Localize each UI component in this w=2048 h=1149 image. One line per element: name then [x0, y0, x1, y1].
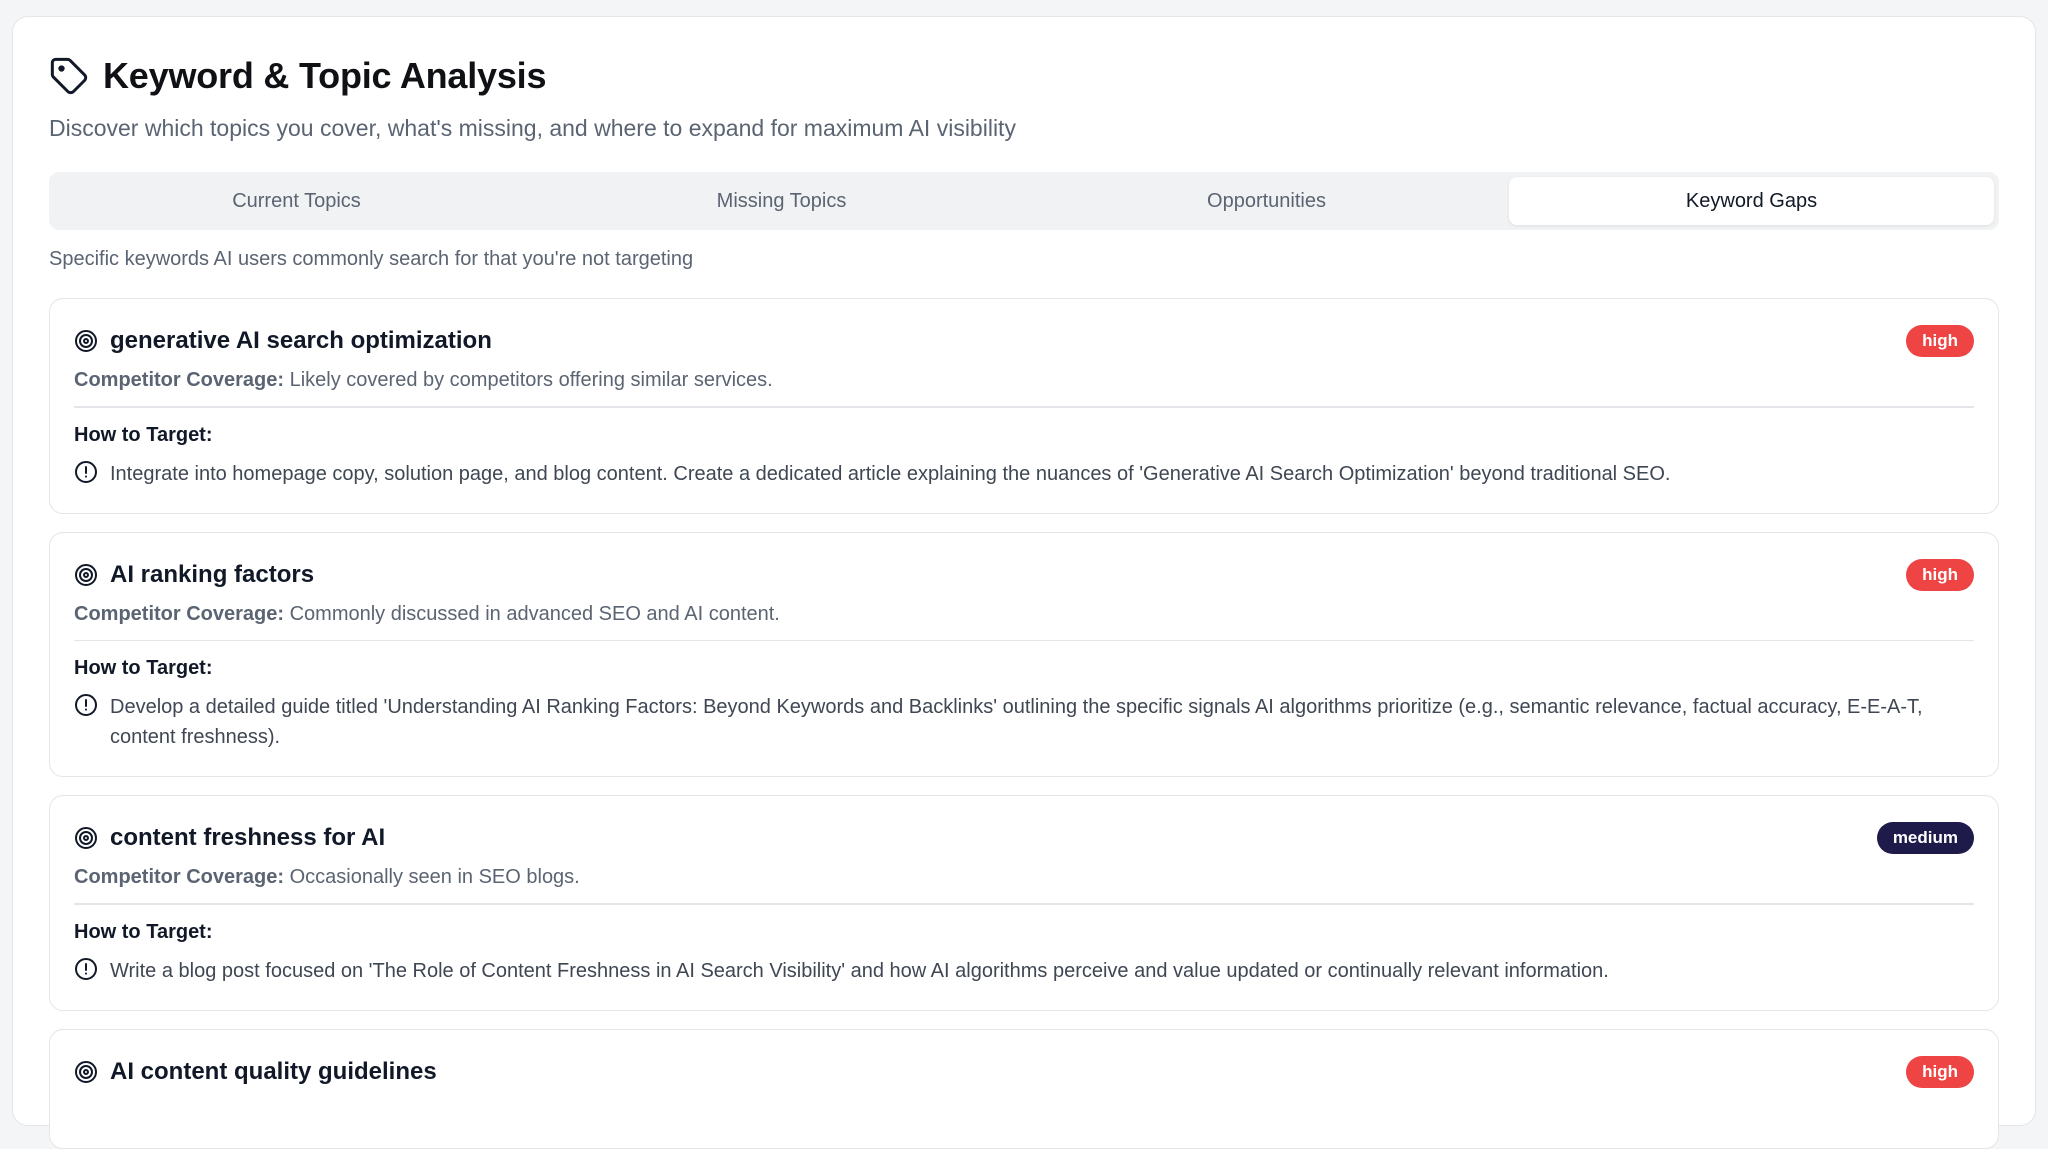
keyword-title: content freshness for AI [110, 824, 386, 851]
target-icon [75, 563, 97, 586]
keyword-title: generative AI search optimization [110, 327, 492, 354]
target-icon [75, 827, 97, 849]
target-icon [75, 330, 97, 352]
tab-keyword-gaps[interactable]: Keyword Gaps [1509, 177, 1994, 225]
keyword-card: content freshness for AI medium Competit… [49, 795, 1999, 1011]
priority-badge: high [1906, 325, 1974, 357]
keyword-card: generative AI search optimization high C… [49, 298, 1999, 514]
coverage-label: Competitor Coverage: [74, 369, 285, 391]
page-subtitle: Discover which topics you cover, what's … [49, 115, 1016, 141]
alert-circle-icon [75, 694, 97, 716]
how-to-target-label: How to Target: [74, 423, 213, 446]
how-to-target-text: Integrate into homepage copy, solution p… [110, 462, 1671, 485]
keyword-card: AI content quality guidelines high [49, 1028, 1999, 1149]
keyword-gap-list: generative AI search optimization high C… [49, 298, 1999, 1149]
how-to-target-text: Develop a detailed guide titled 'Underst… [110, 696, 1923, 748]
alert-circle-icon [75, 957, 97, 980]
keyword-card: AI ranking factors high Competitor Cover… [49, 531, 1999, 777]
tab-current-topics[interactable]: Current Topics [54, 177, 539, 225]
keyword-title: AI ranking factors [110, 560, 315, 588]
tab-description: Specific keywords AI users commonly sear… [49, 248, 694, 270]
tab-missing-topics[interactable]: Missing Topics [539, 177, 1024, 225]
priority-badge: medium [1876, 822, 1974, 854]
priority-badge: high [1906, 558, 1974, 591]
tab-opportunities[interactable]: Opportunities [1024, 177, 1509, 225]
coverage-text: Commonly discussed in advanced SEO and A… [289, 602, 780, 625]
page-header: Keyword & Topic Analysis [49, 55, 1999, 97]
keyword-analysis-panel: Keyword & Topic Analysis Discover which … [12, 16, 2036, 1149]
coverage-text: Occasionally seen in SEO blogs. [289, 866, 580, 888]
coverage-label: Competitor Coverage: [74, 602, 285, 625]
how-to-target-label: How to Target: [74, 657, 213, 679]
priority-badge: high [1906, 1055, 1974, 1088]
competitor-coverage: Competitor Coverage: Commonly discussed … [74, 603, 1974, 626]
tab-bar: Current Topics Missing Topics Opportunit… [49, 172, 1999, 230]
competitor-coverage: Competitor Coverage: Likely covered by c… [74, 369, 1974, 392]
keyword-title: AI content quality guidelines [110, 1057, 437, 1085]
competitor-coverage: Competitor Coverage: Occasionally seen i… [74, 866, 1974, 889]
how-to-target-text: Write a blog post focused on 'The Role o… [110, 959, 1609, 982]
alert-circle-icon [75, 460, 97, 483]
coverage-text: Likely covered by competitors offering s… [289, 369, 773, 391]
page-title: Keyword & Topic Analysis [103, 55, 547, 96]
divider [74, 903, 1974, 905]
tag-icon [50, 57, 88, 95]
how-to-target-label: How to Target: [74, 920, 213, 943]
divider [74, 639, 1974, 641]
divider [74, 406, 1974, 408]
target-icon [75, 1060, 97, 1083]
coverage-label: Competitor Coverage: [74, 866, 285, 888]
